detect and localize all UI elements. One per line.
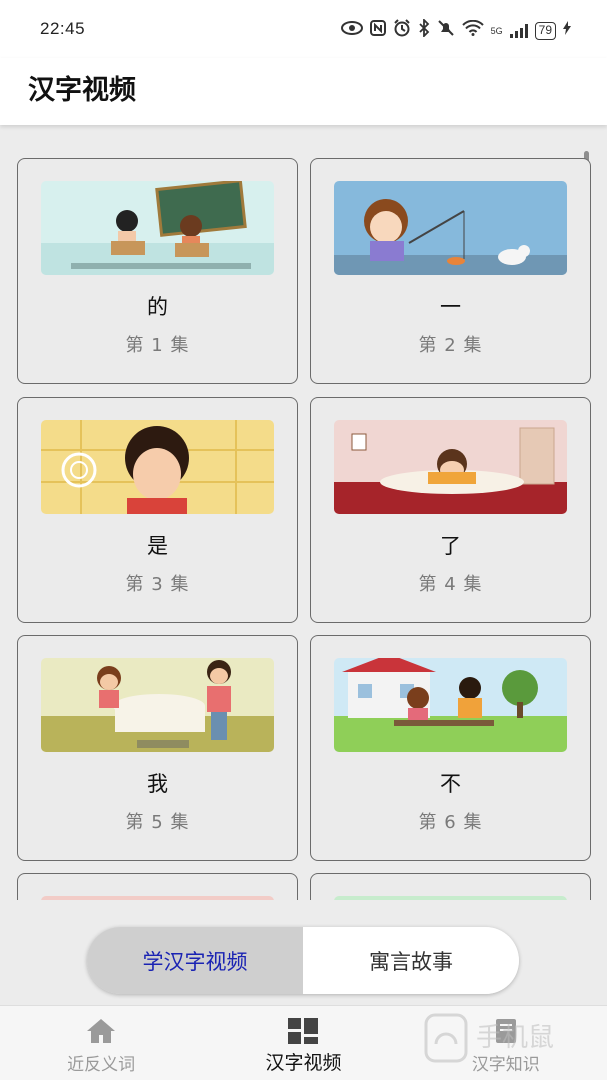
video-card[interactable] bbox=[17, 873, 298, 900]
video-thumbnail bbox=[334, 658, 567, 752]
category-toggle: 学汉字视频 寓言故事 bbox=[87, 927, 519, 994]
nav-label: 汉字视频 bbox=[265, 1052, 342, 1074]
status-icons: 5G 79 bbox=[340, 17, 571, 42]
character-label: 是 bbox=[147, 534, 168, 558]
character-label: 一 bbox=[440, 295, 461, 319]
status-time: 22:45 bbox=[40, 19, 86, 38]
nav-item-character-knowledge[interactable]: 汉字知识 bbox=[405, 1006, 607, 1080]
video-card[interactable]: 我 第 5 集 bbox=[17, 635, 298, 861]
character-label: 不 bbox=[440, 772, 461, 796]
signal-icon bbox=[509, 23, 528, 38]
episode-label: 第 1 集 bbox=[125, 335, 190, 356]
video-thumbnail bbox=[41, 181, 274, 275]
home-icon bbox=[87, 1019, 116, 1043]
nav-item-character-videos[interactable]: 汉字视频 bbox=[202, 1006, 404, 1080]
battery-icon: 79 bbox=[534, 21, 556, 40]
video-grid[interactable]: 的 第 1 集 一 第 2 集 是 第 3 集 了 第 4 集 我 第 5 集 … bbox=[0, 125, 607, 900]
page-title: 汉字视频 bbox=[28, 75, 136, 106]
nav-label: 近反义词 bbox=[67, 1055, 136, 1075]
grid-icon bbox=[288, 1018, 319, 1044]
video-card[interactable]: 不 第 6 集 bbox=[310, 635, 591, 861]
character-label: 的 bbox=[147, 295, 168, 319]
video-card[interactable]: 的 第 1 集 bbox=[17, 158, 298, 384]
video-thumbnail bbox=[334, 420, 567, 514]
book-icon bbox=[495, 1019, 516, 1043]
nav-item-antonyms[interactable]: 近反义词 bbox=[0, 1006, 202, 1080]
character-label: 了 bbox=[440, 534, 461, 558]
app-header: 汉字视频 bbox=[0, 58, 607, 125]
nfc-icon bbox=[369, 20, 386, 41]
network-type: 5G bbox=[490, 25, 503, 36]
episode-label: 第 5 集 bbox=[125, 812, 190, 833]
eye-icon bbox=[340, 21, 363, 40]
video-thumbnail bbox=[41, 420, 274, 514]
fable-stories-tab[interactable]: 寓言故事 bbox=[303, 927, 519, 994]
learn-characters-video-tab[interactable]: 学汉字视频 bbox=[87, 927, 303, 994]
wifi-icon bbox=[461, 19, 484, 41]
status-bar: 22:45 5G 79 bbox=[0, 0, 607, 58]
video-card[interactable]: 了 第 4 集 bbox=[310, 397, 591, 623]
mute-icon bbox=[437, 19, 455, 42]
video-thumbnail bbox=[41, 896, 274, 900]
episode-label: 第 3 集 bbox=[125, 574, 190, 595]
video-card[interactable]: 一 第 2 集 bbox=[310, 158, 591, 384]
episode-label: 第 2 集 bbox=[418, 335, 483, 356]
alarm-icon bbox=[393, 19, 411, 42]
bottom-nav: 近反义词 汉字视频 汉字知识 bbox=[0, 1005, 607, 1080]
video-card[interactable]: 是 第 3 集 bbox=[17, 397, 298, 623]
charging-icon bbox=[563, 21, 571, 40]
video-thumbnail bbox=[334, 896, 567, 900]
nav-label: 汉字知识 bbox=[471, 1055, 540, 1075]
bluetooth-icon bbox=[418, 17, 430, 42]
character-label: 我 bbox=[147, 772, 168, 796]
episode-label: 第 4 集 bbox=[418, 574, 483, 595]
video-thumbnail bbox=[41, 658, 274, 752]
episode-label: 第 6 集 bbox=[418, 812, 483, 833]
video-card[interactable] bbox=[310, 873, 591, 900]
video-thumbnail bbox=[334, 181, 567, 275]
